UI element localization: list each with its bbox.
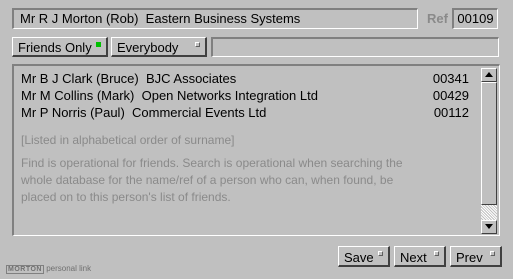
button-indicator-icon xyxy=(434,251,439,256)
ref-label: Ref xyxy=(427,11,448,26)
next-label: Next xyxy=(400,250,427,265)
inactive-indicator-icon xyxy=(195,42,200,47)
logo-brand: MORTON xyxy=(6,265,44,274)
next-button[interactable]: Next xyxy=(394,246,446,267)
save-label: Save xyxy=(344,250,374,265)
list-item[interactable]: Mr B J Clark (Bruce) BJC Associates 0034… xyxy=(21,71,469,87)
friend-ref: 00341 xyxy=(432,71,469,86)
list-item[interactable]: Mr M Collins (Mark) Open Networks Integr… xyxy=(21,88,469,104)
scroll-down-button[interactable] xyxy=(481,220,497,234)
friends-only-label: Friends Only xyxy=(18,40,92,55)
list-item[interactable]: Mr P Norris (Paul) Commercial Events Ltd… xyxy=(21,105,469,121)
app-logo: MORTON personal link xyxy=(6,264,92,274)
person-title-field: Mr R J Morton (Rob) Eastern Business Sys… xyxy=(12,8,418,29)
friend-ref: 00112 xyxy=(433,105,469,120)
help-text-line: Find is operational for friends. Search … xyxy=(21,156,403,170)
friend-name: Mr B J Clark (Bruce) BJC Associates xyxy=(21,71,237,86)
help-text-line: whole database for the name/ref of a per… xyxy=(21,173,394,187)
button-indicator-icon xyxy=(490,251,495,256)
help-text-line: placed on to this person's list of frien… xyxy=(21,190,231,204)
prev-label: Prev xyxy=(456,250,483,265)
friends-list: Mr B J Clark (Bruce) BJC Associates 0034… xyxy=(12,64,500,236)
friend-ref: 00429 xyxy=(432,88,469,103)
ref-field: 00109 xyxy=(452,8,498,29)
search-input[interactable] xyxy=(211,37,499,57)
vertical-scrollbar[interactable] xyxy=(481,68,497,234)
friends-only-button[interactable]: Friends Only xyxy=(12,37,108,57)
active-indicator-icon xyxy=(96,42,101,47)
scroll-thumb[interactable] xyxy=(481,82,497,205)
order-note: [Listed in alphabetical order of surname… xyxy=(21,133,235,147)
arrow-down-icon xyxy=(485,224,493,229)
friend-name: Mr M Collins (Mark) Open Networks Integr… xyxy=(21,88,318,103)
logo-text: personal link xyxy=(46,264,92,273)
scroll-up-button[interactable] xyxy=(481,68,497,82)
button-indicator-icon xyxy=(378,251,383,256)
arrow-up-icon xyxy=(485,72,493,77)
friend-name: Mr P Norris (Paul) Commercial Events Ltd xyxy=(21,105,267,120)
save-button[interactable]: Save xyxy=(338,246,390,267)
everybody-button[interactable]: Everybody xyxy=(111,37,207,57)
prev-button[interactable]: Prev xyxy=(450,246,502,267)
scroll-track[interactable] xyxy=(481,205,497,220)
everybody-label: Everybody xyxy=(117,40,179,55)
